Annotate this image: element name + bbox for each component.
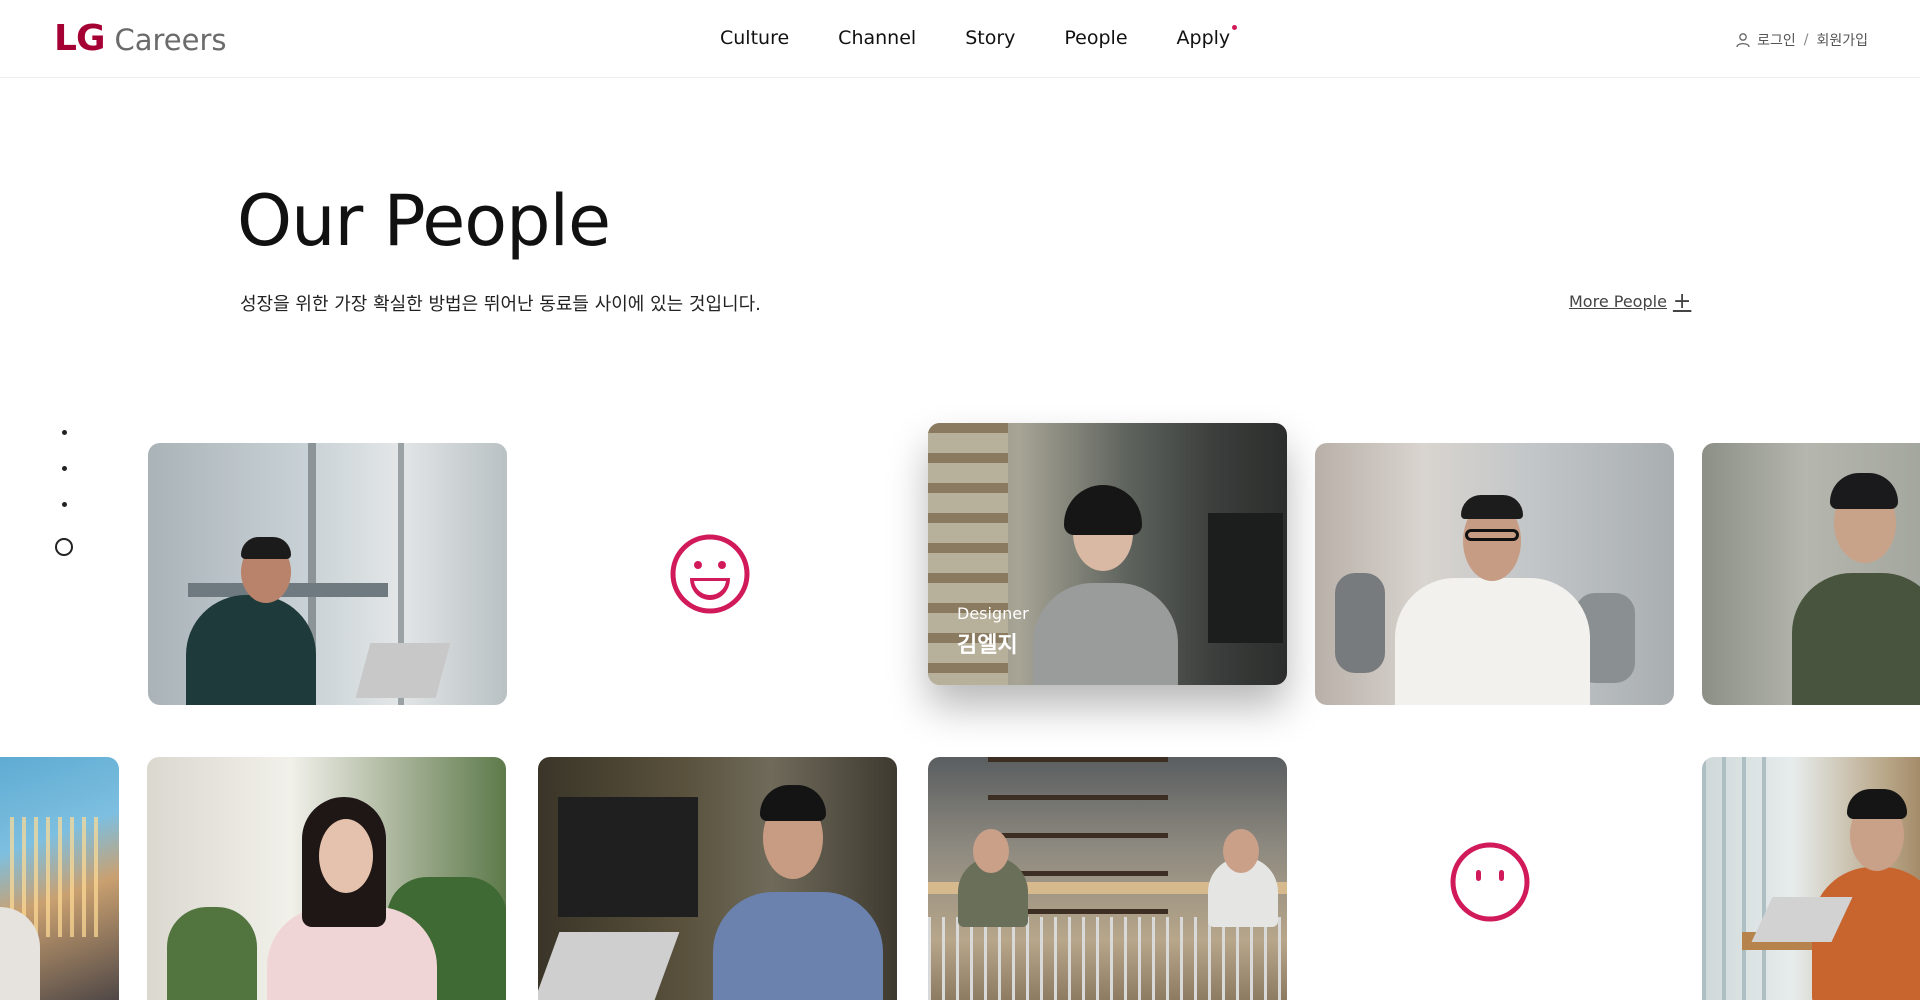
more-people-link[interactable]: More People + xyxy=(1569,288,1692,314)
nav-apply-label: Apply xyxy=(1176,27,1231,49)
person-photo xyxy=(147,757,506,1000)
person-photo xyxy=(0,757,119,1000)
page-title: Our People xyxy=(237,180,611,262)
main-nav: Culture Channel Story People Apply xyxy=(720,25,1279,49)
person-photo xyxy=(148,443,507,705)
person-photo xyxy=(1702,757,1920,1000)
site-header: LG Careers Culture Channel Story People … xyxy=(0,0,1920,78)
card-name: 김엘지 xyxy=(957,633,1018,658)
nav-culture[interactable]: Culture xyxy=(720,27,789,49)
nav-apply[interactable]: Apply xyxy=(1176,25,1238,49)
smile-face-icon xyxy=(670,534,750,614)
pager-dot-1[interactable] xyxy=(61,430,67,435)
account-separator: / xyxy=(1803,32,1809,48)
pager-dot-2[interactable] xyxy=(61,466,67,471)
logo-lg: LG xyxy=(54,18,105,59)
logo[interactable]: LG Careers xyxy=(54,18,227,59)
nav-story[interactable]: Story xyxy=(965,27,1015,49)
card-role: Designer xyxy=(957,604,1029,623)
people-card-4[interactable] xyxy=(1315,443,1674,705)
account-links: 로그인 / 회원가입 xyxy=(1735,30,1868,50)
plus-icon: + xyxy=(1672,288,1692,314)
signup-link[interactable]: 회원가입 xyxy=(1816,30,1868,50)
neutral-face-icon xyxy=(1450,842,1530,922)
nav-channel[interactable]: Channel xyxy=(838,27,916,49)
login-link[interactable]: 로그인 xyxy=(1757,30,1796,50)
user-icon xyxy=(1736,33,1750,48)
emoji-tile-smile xyxy=(520,443,900,705)
person-photo xyxy=(538,757,897,1000)
people-card-9[interactable] xyxy=(928,757,1287,1000)
pager-dot-3[interactable] xyxy=(61,502,67,507)
people-card-10[interactable] xyxy=(1702,757,1920,1000)
people-card-1[interactable] xyxy=(148,443,507,705)
nav-people[interactable]: People xyxy=(1064,27,1127,49)
page-subtitle: 성장을 위한 가장 확실한 방법은 뛰어난 동료들 사이에 있는 것입니다. xyxy=(240,294,761,315)
pager-dot-active[interactable] xyxy=(55,538,73,556)
person-photo xyxy=(928,757,1287,1000)
more-people-label: More People xyxy=(1569,292,1667,311)
people-card-7[interactable] xyxy=(147,757,506,1000)
people-card-featured[interactable]: Designer 김엘지 xyxy=(928,423,1287,685)
people-card-8[interactable] xyxy=(538,757,897,1000)
people-card-6[interactable] xyxy=(0,757,119,1000)
slide-pager xyxy=(55,430,73,587)
featured-card-label: Designer 김엘지 xyxy=(957,604,1029,659)
person-photo xyxy=(1315,443,1674,705)
person-photo xyxy=(1702,443,1920,705)
new-indicator-dot xyxy=(1232,25,1238,30)
emoji-tile-neutral xyxy=(1300,757,1680,1000)
people-card-5[interactable] xyxy=(1702,443,1920,705)
logo-careers: Careers xyxy=(114,23,227,57)
